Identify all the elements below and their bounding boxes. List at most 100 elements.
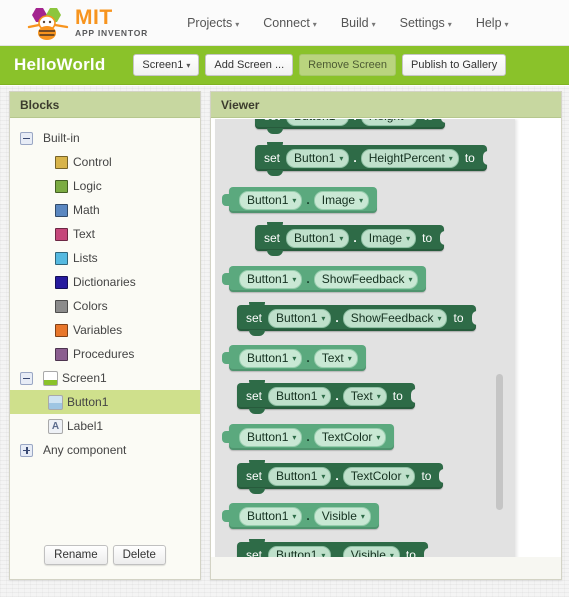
category-logic[interactable]: Logic: [10, 174, 200, 198]
component-dropdown[interactable]: Button1▾: [268, 386, 332, 406]
property-name: Visible: [321, 509, 357, 523]
chevron-down-icon: ▾: [321, 391, 326, 401]
component-name: Button1: [276, 389, 318, 403]
value-socket: [441, 119, 451, 123]
category-dictionaries[interactable]: Dictionaries: [10, 270, 200, 294]
component-dropdown[interactable]: Button1▾: [239, 190, 303, 210]
button-icon: [48, 394, 63, 410]
value-socket: [482, 151, 492, 165]
set-keyword: set: [264, 151, 281, 165]
property-dropdown[interactable]: TextColor ▾: [342, 466, 416, 486]
component-dropdown[interactable]: Button1▾: [239, 269, 303, 289]
block-set-button1-text[interactable]: set Button1 ▾ . Text ▾ to: [237, 380, 420, 414]
property-dropdown[interactable]: TextColor ▾: [313, 427, 387, 447]
mit-bee-logo-icon: [26, 5, 70, 41]
tree-label-built-in: Built-in: [43, 131, 80, 145]
rename-button[interactable]: Rename: [44, 545, 108, 565]
block-set-button1-image[interactable]: set Button1 ▾ . Image ▾ to: [255, 222, 450, 256]
expand-toggle-icon[interactable]: [20, 443, 33, 457]
nav-item-build[interactable]: Build ▾: [340, 14, 377, 32]
value-socket: [439, 469, 449, 483]
block-set-button1-height[interactable]: set Button1▾ . Height▾ to: [255, 119, 451, 134]
output-plug: [222, 194, 230, 206]
delete-button[interactable]: Delete: [112, 545, 166, 565]
flyout-scrollbar[interactable]: [496, 374, 503, 510]
property-dropdown[interactable]: Visible ▾: [313, 506, 371, 526]
block-set-button1-textcolor[interactable]: set Button1 ▾ . TextColor ▾ to: [237, 460, 449, 494]
label-icon: A: [48, 418, 63, 434]
category-variables[interactable]: Variables: [10, 318, 200, 342]
category-lists[interactable]: Lists: [10, 246, 200, 270]
tree-node-built-in[interactable]: Built-in: [10, 126, 200, 150]
property-dropdown[interactable]: Text ▾: [342, 386, 387, 406]
block-set-button1-showfeedback[interactable]: set Button1 ▾ . ShowFeedback ▾ to: [237, 302, 481, 336]
block-set-button1-heightpercent[interactable]: set Button1 ▾ . HeightPercent ▾ to: [255, 142, 492, 176]
nav-label-build: Build: [340, 15, 369, 30]
component-dropdown[interactable]: Button1▾: [268, 308, 332, 328]
category-procedures[interactable]: Procedures: [10, 342, 200, 366]
tree-node-any-component[interactable]: Any component: [10, 438, 200, 462]
block-top-notch: [249, 539, 265, 545]
nav-label-settings: Settings: [399, 15, 445, 30]
screen-selector-dropdown[interactable]: Screen1 ▾: [133, 53, 200, 77]
category-color-swatch: [55, 155, 68, 169]
chevron-down-icon: ▾: [405, 471, 410, 481]
collapse-toggle-icon[interactable]: [20, 371, 33, 385]
category-colors[interactable]: Colors: [10, 294, 200, 318]
set-keyword: set: [246, 389, 263, 403]
nav-item-settings[interactable]: Settings ▾: [399, 14, 453, 32]
tree-node-label1[interactable]: A Label1: [10, 414, 200, 438]
project-toolbar: HelloWorld Screen1 ▾ Add Screen ... Remov…: [0, 46, 569, 85]
property-dropdown[interactable]: ShowFeedback ▾: [313, 269, 419, 289]
property-dropdown[interactable]: ShowFeedback ▾: [342, 308, 448, 328]
nav-item-help[interactable]: Help ▾: [475, 14, 510, 32]
collapse-toggle-icon[interactable]: [20, 131, 33, 145]
property-name: Image: [321, 193, 356, 207]
property-dropdown[interactable]: Height▾: [360, 119, 418, 126]
tree-node-button1[interactable]: Button1: [10, 390, 200, 414]
main-navigation: Projects ▾ Connect ▾ Build ▾ Settings ▾ Help…: [186, 14, 509, 32]
category-control[interactable]: Control: [10, 150, 200, 174]
component-dropdown[interactable]: Button1▾: [286, 119, 350, 126]
logo-sub-text: APP INVENTOR: [75, 28, 149, 39]
property-dropdown[interactable]: Image ▾: [360, 228, 417, 248]
component-dropdown[interactable]: Button1▾: [286, 228, 350, 248]
block-get-button1-showfeedback[interactable]: Button1 ▾ . ShowFeedback ▾: [222, 266, 427, 292]
publish-to-gallery-button[interactable]: Publish to Gallery: [402, 53, 507, 77]
nav-item-projects[interactable]: Projects ▾: [186, 14, 240, 32]
property-dropdown[interactable]: Image ▾: [313, 190, 370, 210]
property-name: TextColor: [350, 469, 402, 483]
component-dropdown[interactable]: Button1▾: [239, 506, 303, 526]
chevron-down-icon: ▾: [448, 153, 453, 163]
block-bottom-nub: [267, 128, 283, 134]
block-get-button1-image[interactable]: Button1 ▾ . Image ▾: [222, 187, 378, 213]
separator-dot: .: [306, 193, 310, 207]
tree-label-any-component: Any component: [43, 443, 127, 457]
blocks-flyout[interactable]: set Button1▾ . Height▾ to set Button1▾ .…: [215, 119, 515, 579]
blocks-canvas[interactable]: when Button1▾ .Click set Button1▾: [211, 119, 561, 579]
app-logo[interactable]: MIT APP INVENTOR: [26, 5, 148, 41]
component-dropdown[interactable]: Button1▾: [239, 348, 303, 368]
component-dropdown[interactable]: Button1▾: [268, 466, 332, 486]
property-dropdown[interactable]: Text ▾: [313, 348, 358, 368]
tree-node-screen1[interactable]: Screen1: [10, 366, 200, 390]
component-dropdown[interactable]: Button1▾: [239, 427, 303, 447]
nav-item-connect[interactable]: Connect ▾: [262, 14, 318, 32]
block-get-button1-visible[interactable]: Button1 ▾ . Visible ▾: [222, 503, 379, 529]
property-dropdown[interactable]: HeightPercent ▾: [360, 148, 459, 168]
chevron-down-icon: ▾: [406, 233, 411, 243]
separator-dot: .: [353, 231, 357, 245]
component-name: Button1: [247, 193, 289, 207]
separator-dot: .: [335, 311, 339, 325]
block-get-button1-textcolor[interactable]: Button1 ▾ . TextColor ▾: [222, 424, 395, 450]
category-math[interactable]: Math: [10, 198, 200, 222]
separator-dot: .: [306, 430, 310, 444]
chevron-down-icon: ▾: [186, 60, 191, 70]
component-dropdown[interactable]: Button1▾: [286, 148, 350, 168]
add-screen-button[interactable]: Add Screen ...: [205, 53, 294, 77]
category-label-colors: Colors: [73, 299, 108, 313]
block-get-button1-text[interactable]: Button1 ▾ . Text ▾: [222, 345, 366, 371]
set-keyword: set: [246, 469, 263, 483]
chevron-down-icon: ▾: [359, 195, 364, 205]
category-text[interactable]: Text: [10, 222, 200, 246]
